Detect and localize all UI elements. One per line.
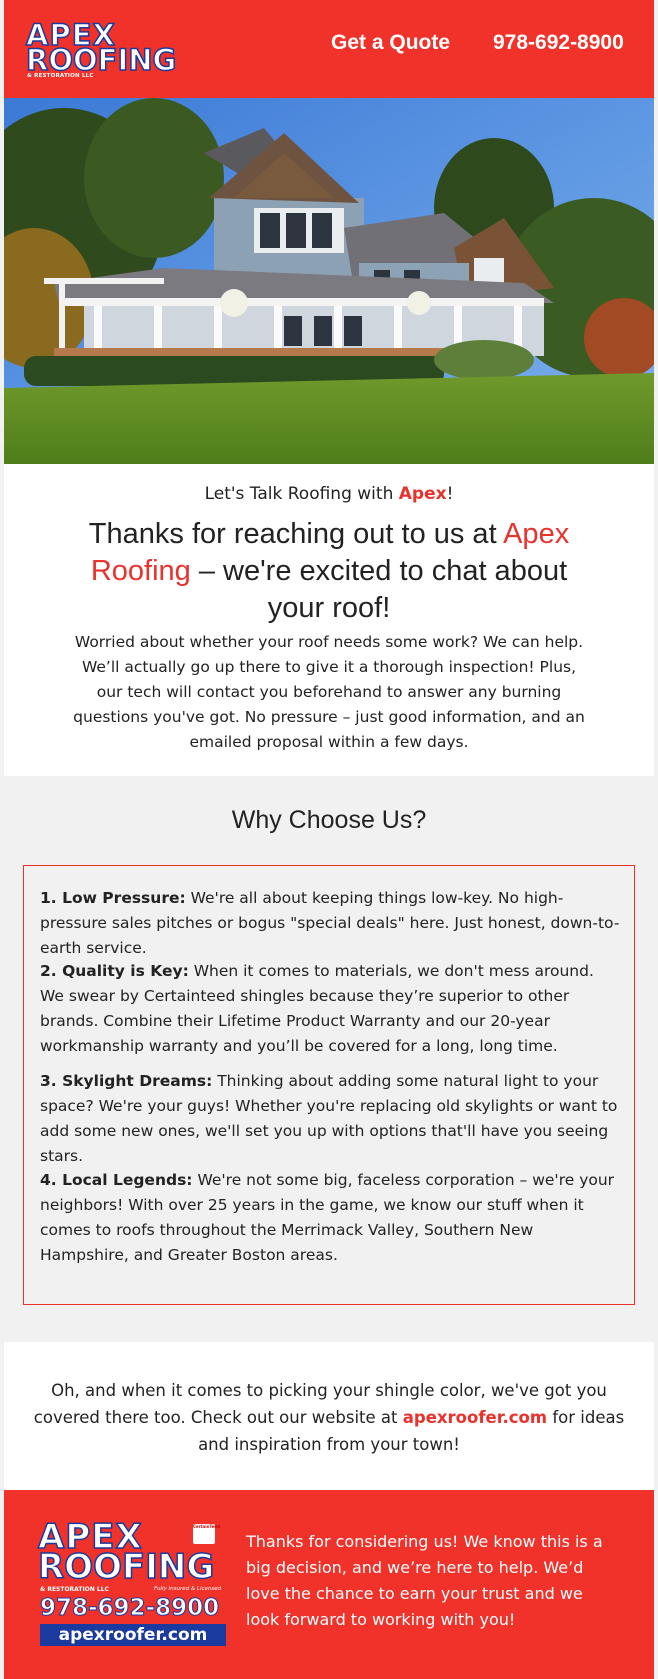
shingle-section: Oh, and when it comes to picking your sh… xyxy=(4,1342,654,1490)
reason-label: 1. Low Pressure: xyxy=(40,889,186,907)
email-container: APEX ROOFING & RESTORATION LLC Get a Quo… xyxy=(4,0,654,1679)
logo-roofing-text: ROOFING xyxy=(25,43,177,77)
footer-site[interactable]: apexroofer.com xyxy=(40,1624,226,1646)
intro-heading: Thanks for reaching out to us at Apex Ro… xyxy=(64,516,594,627)
intro-body: Worried about whether your roof needs so… xyxy=(73,633,585,751)
why-choose-us-section: Why Choose Us? 1. Low Pressure: We're al… xyxy=(4,776,654,1342)
reason-label: 3. Skylight Dreams: xyxy=(40,1072,213,1090)
apex-logo[interactable]: APEX ROOFING & RESTORATION LLC xyxy=(22,19,180,80)
kicker-suffix: ! xyxy=(446,484,454,504)
why-title: Why Choose Us? xyxy=(231,806,427,834)
phone-link[interactable]: 978-692-8900 xyxy=(493,31,624,55)
header: APEX ROOFING & RESTORATION LLC Get a Quo… xyxy=(4,0,654,98)
shingle-text: Oh, and when it comes to picking your sh… xyxy=(24,1377,634,1458)
certainteed-badge-icon: CertainTeed xyxy=(193,1524,220,1544)
footer-logo[interactable]: APEX ROOFING & RESTORATION LLC Fully Ins… xyxy=(36,1519,230,1646)
intro-section: Let's Talk Roofing with Apex! Thanks for… xyxy=(4,464,654,776)
hero-house-image xyxy=(4,98,654,464)
website-link[interactable]: apexroofer.com xyxy=(403,1408,547,1427)
reason-label: 4. Local Legends: xyxy=(40,1171,193,1189)
get-a-quote-link[interactable]: Get a Quote xyxy=(331,31,450,55)
footer: APEX ROOFING & RESTORATION LLC Fully Ins… xyxy=(4,1490,654,1679)
heading-prefix: Thanks for reaching out to us at xyxy=(88,518,504,550)
logo-subtitle: & RESTORATION LLC xyxy=(27,73,94,79)
reasons-box: 1. Low Pressure: We're all about keeping… xyxy=(23,865,635,1305)
reason-item: 2. Quality is Key: When it comes to mate… xyxy=(40,959,620,1059)
footer-logo-subtitle: & RESTORATION LLC xyxy=(40,1586,109,1593)
footer-phone[interactable]: 978-692-8900 xyxy=(39,1595,219,1622)
footer-insured-text: Fully Insured & Licensed xyxy=(154,1586,222,1592)
kicker-prefix: Let's Talk Roofing with xyxy=(204,484,399,504)
footer-text: Thanks for considering us! We know this … xyxy=(246,1532,603,1629)
reason-item: 3. Skylight Dreams: Thinking about addin… xyxy=(40,1069,620,1169)
footer-logo-roofing: ROOFING xyxy=(37,1547,215,1587)
kicker-brand: Apex xyxy=(398,484,447,504)
reason-label: 2. Quality is Key: xyxy=(40,962,189,980)
reason-item: 1. Low Pressure: We're all about keeping… xyxy=(40,886,620,961)
heading-suffix: – we're excited to chat about your roof! xyxy=(190,555,568,624)
intro-kicker: Let's Talk Roofing with Apex! xyxy=(4,484,654,504)
reason-item: 4. Local Legends: We're not some big, fa… xyxy=(40,1168,620,1268)
